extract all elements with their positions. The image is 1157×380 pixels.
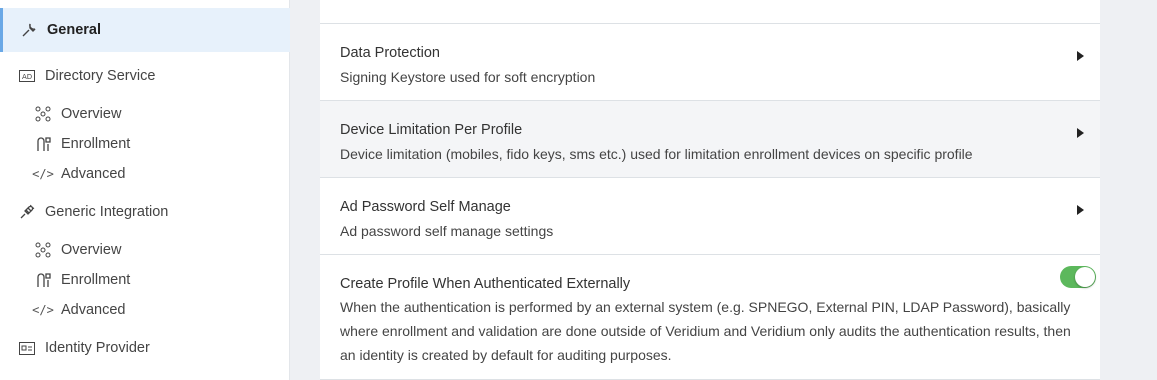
network-icon	[34, 241, 52, 259]
enrollment-icon	[34, 135, 52, 153]
sidebar-item-ds-advanced[interactable]: </> Advanced	[0, 162, 290, 186]
toggle-knob	[1075, 267, 1095, 287]
sidebar-item-ds-overview[interactable]: Overview	[0, 102, 290, 126]
setting-row-create-profile: Create Profile When Authenticated Extern…	[320, 255, 1100, 380]
sidebar-item-ds-enrollment[interactable]: Enrollment	[0, 132, 290, 156]
sidebar-item-directory-service[interactable]: AD Directory Service	[0, 64, 290, 88]
setting-title: Device Limitation Per Profile	[340, 122, 523, 138]
setting-description: When the authentication is performed by …	[340, 299, 1071, 363]
code-icon: </>	[32, 303, 54, 317]
setting-title: Create Profile When Authenticated Extern…	[340, 276, 631, 292]
create-profile-toggle[interactable]	[1060, 266, 1096, 288]
sidebar-item-label: Advanced	[61, 166, 126, 182]
setting-row-ad-password[interactable]: Ad Password Self Manage Ad password self…	[320, 178, 1100, 255]
sidebar-item-label: Enrollment	[61, 136, 131, 152]
sidebar-item-gi-enrollment[interactable]: Enrollment	[0, 268, 290, 292]
sidebar-item-label: Enrollment	[61, 272, 131, 288]
sidebar: General AD Directory Service Overview En…	[0, 0, 290, 380]
previous-setting-row	[320, 0, 1100, 24]
setting-description: Ad password self manage settings	[340, 223, 554, 239]
sidebar-item-identity-provider[interactable]: Identity Provider	[0, 336, 290, 360]
setting-row-device-limitation[interactable]: Device Limitation Per Profile Device lim…	[320, 101, 1100, 178]
setting-title: Data Protection	[340, 45, 440, 61]
expand-arrow-icon[interactable]	[1077, 51, 1084, 61]
setting-description: Signing Keystore used for soft encryptio…	[340, 69, 596, 85]
sidebar-item-label: Overview	[61, 242, 122, 258]
sidebar-item-generic-integration[interactable]: Generic Integration	[0, 200, 290, 224]
expand-arrow-icon[interactable]	[1077, 205, 1084, 215]
sidebar-item-label: Overview	[61, 106, 122, 122]
sidebar-item-general[interactable]: General	[0, 8, 290, 52]
code-icon: </>	[32, 167, 54, 181]
sidebar-item-label: Identity Provider	[45, 340, 150, 356]
setting-description: Device limitation (mobiles, fido keys, s…	[340, 146, 973, 162]
wrench-icon	[20, 21, 38, 39]
id-card-icon	[18, 339, 36, 357]
expand-arrow-icon[interactable]	[1077, 128, 1084, 138]
setting-row-data-protection[interactable]: Data Protection Signing Keystore used fo…	[320, 24, 1100, 101]
enrollment-icon	[34, 271, 52, 289]
sidebar-item-gi-advanced[interactable]: </> Advanced	[0, 298, 290, 322]
plug-icon	[18, 203, 36, 221]
sidebar-item-label: Advanced	[61, 302, 126, 318]
sidebar-item-gi-overview[interactable]: Overview	[0, 238, 290, 262]
sidebar-item-label: General	[47, 22, 101, 38]
sidebar-item-label: Generic Integration	[45, 204, 169, 220]
ad-icon: AD	[18, 67, 36, 85]
setting-title: Ad Password Self Manage	[340, 199, 511, 215]
sidebar-item-label: Directory Service	[45, 68, 156, 84]
svg-text:AD: AD	[22, 73, 32, 81]
network-icon	[34, 105, 52, 123]
